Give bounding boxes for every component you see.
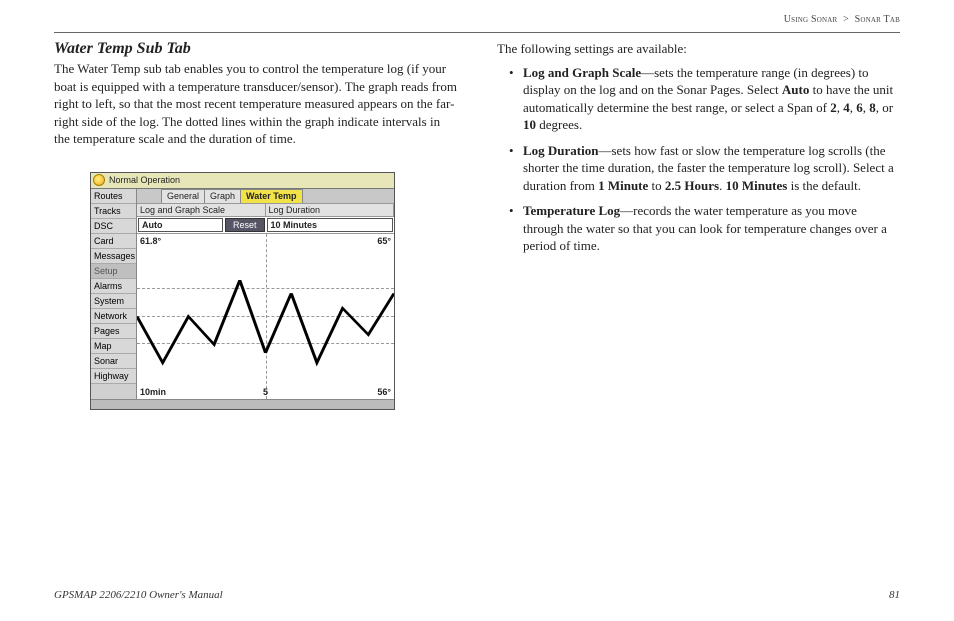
section-heading: Water Temp Sub Tab xyxy=(54,40,457,58)
graph-bot-left: 10min xyxy=(140,387,166,397)
sidebar-item-highway[interactable]: Highway xyxy=(91,369,136,384)
sidebar-item-dsc[interactable]: DSC xyxy=(91,219,136,234)
breadcrumb-part-1: Using Sonar xyxy=(784,14,838,25)
satellite-icon xyxy=(93,174,105,186)
sidebar-item-card[interactable]: Card xyxy=(91,234,136,249)
bullet-log-duration: Log Duration—sets how fast or slow the t… xyxy=(515,142,900,195)
sidebar-item-system[interactable]: System xyxy=(91,294,136,309)
reset-button[interactable]: Reset xyxy=(225,218,265,232)
sidebar-item-tracks[interactable]: Tracks xyxy=(91,204,136,219)
sidebar-item-sonar[interactable]: Sonar xyxy=(91,354,136,369)
temp-graph: 61.8° 65° 10min 5 56° xyxy=(137,234,394,399)
field-scale[interactable]: Auto xyxy=(138,218,223,232)
label-log-graph-scale: Log and Graph Scale xyxy=(137,204,266,216)
sidebar-item-messages[interactable]: Messages xyxy=(91,249,136,264)
sidebar: Routes Tracks DSC Card Messages Setup Al… xyxy=(91,189,137,399)
temp-line xyxy=(137,234,394,399)
sidebar-item-setup[interactable]: Setup xyxy=(91,264,136,279)
window-title: Normal Operation xyxy=(109,175,180,185)
graph-top-right: 65° xyxy=(377,236,391,246)
intro-paragraph: The Water Temp sub tab enables you to co… xyxy=(54,60,457,148)
tab-general[interactable]: General xyxy=(161,189,205,203)
footer-title: GPSMAP 2206/2210 Owner's Manual xyxy=(54,589,223,601)
graph-top-left: 61.8° xyxy=(140,236,161,246)
right-intro: The following settings are available: xyxy=(497,40,900,58)
bullet-log-graph-scale: Log and Graph Scale—sets the temperature… xyxy=(515,64,900,134)
sidebar-item-network[interactable]: Network xyxy=(91,309,136,324)
breadcrumb-part-2: Sonar Tab xyxy=(855,14,900,25)
breadcrumb: Using Sonar > Sonar Tab xyxy=(784,14,900,25)
sidebar-item-alarms[interactable]: Alarms xyxy=(91,279,136,294)
tab-water-temp[interactable]: Water Temp xyxy=(240,189,303,203)
header-rule xyxy=(54,32,900,33)
graph-bot-mid: 5 xyxy=(263,387,268,397)
sidebar-item-routes[interactable]: Routes xyxy=(91,189,136,204)
field-duration[interactable]: 10 Minutes xyxy=(267,218,394,232)
device-screenshot: Normal Operation Routes Tracks DSC Card … xyxy=(90,172,395,410)
window-titlebar: Normal Operation xyxy=(91,173,394,189)
breadcrumb-sep: > xyxy=(843,14,849,25)
status-bar xyxy=(91,399,394,409)
page-number: 81 xyxy=(889,589,900,601)
graph-bot-right: 56° xyxy=(377,387,391,397)
tab-row: General Graph Water Temp xyxy=(137,189,394,203)
sidebar-item-pages[interactable]: Pages xyxy=(91,324,136,339)
tab-graph[interactable]: Graph xyxy=(204,189,241,203)
bullet-temperature-log: Temperature Log—records the water temper… xyxy=(515,202,900,255)
label-log-duration: Log Duration xyxy=(266,204,395,216)
settings-list: Log and Graph Scale—sets the temperature… xyxy=(497,64,900,255)
sidebar-item-map[interactable]: Map xyxy=(91,339,136,354)
